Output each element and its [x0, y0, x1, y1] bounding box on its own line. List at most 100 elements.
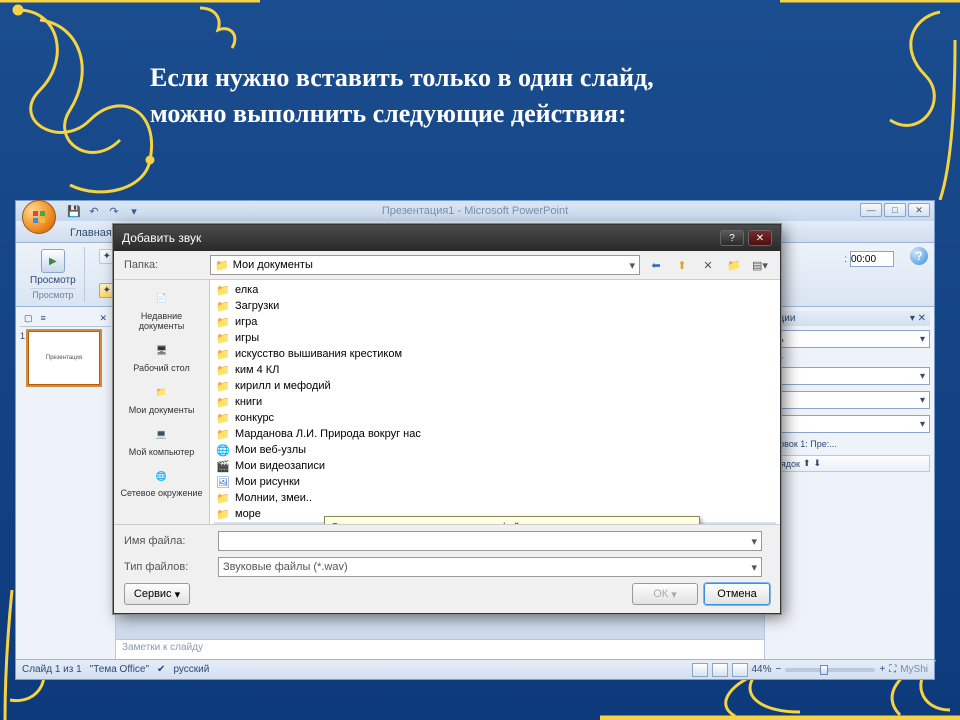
file-item[interactable]: 📁книги: [214, 394, 776, 410]
dialog-close-button[interactable]: ✕: [748, 230, 772, 246]
dialog-help-button[interactable]: ?: [720, 230, 744, 246]
file-item[interactable]: 📁Марданова Л.И. Природа вокруг нас: [214, 426, 776, 442]
file-list[interactable]: 📁елка📁Загрузки📁игра📁игры📁искусство вышив…: [210, 280, 780, 524]
file-name: игра: [235, 316, 257, 328]
zoom-value[interactable]: 44%: [752, 664, 772, 675]
thumbs-tab-slides[interactable]: ▢: [24, 313, 33, 324]
undo-icon[interactable]: ↶: [86, 203, 102, 219]
zoom-slider[interactable]: [785, 668, 875, 672]
chevron-down-icon: ▾: [629, 259, 635, 272]
slide-thumbnail[interactable]: Презентация: [28, 331, 100, 385]
animation-pane: ации ▾ ✕ ть▾ лет ▾ ▾ ▾ оловок 1: Пре:...…: [764, 307, 934, 659]
file-item[interactable]: 📁игры: [214, 330, 776, 346]
folder-icon: 📁: [216, 491, 230, 505]
up-icon[interactable]: ⬆: [672, 255, 692, 275]
recent-icon: 📄: [148, 288, 176, 310]
file-item[interactable]: 📁Загрузки: [214, 298, 776, 314]
place-network[interactable]: 🌐 Сетевое окружение: [116, 461, 207, 503]
panel-select-1[interactable]: ▾: [769, 367, 930, 385]
panel-add-effect[interactable]: ть▾: [769, 330, 930, 348]
zoom-in-icon[interactable]: +: [879, 664, 885, 675]
folder-icon: 📁: [215, 259, 229, 272]
chevron-down-icon: ▾: [920, 371, 925, 382]
cancel-button[interactable]: Отмена: [704, 583, 770, 605]
place-desktop[interactable]: 🖥 Рабочий стол: [116, 336, 207, 378]
help-icon[interactable]: ?: [910, 247, 928, 265]
filename-input[interactable]: ▾: [218, 531, 762, 551]
folder-dropdown[interactable]: 📁 Мои документы ▾: [210, 255, 640, 275]
views-icon[interactable]: ▤▾: [750, 255, 770, 275]
save-icon[interactable]: 💾: [66, 203, 82, 219]
dialog-titlebar[interactable]: Добавить звук ? ✕: [114, 225, 780, 251]
file-item[interactable]: 📁искусство вышивания крестиком: [214, 346, 776, 362]
file-item[interactable]: 📁игра: [214, 314, 776, 330]
status-language[interactable]: русский: [173, 664, 209, 675]
status-bar: Слайд 1 из 1 "Тема Office" ✔ русский 44%…: [16, 659, 934, 679]
file-item[interactable]: 📁кирилл и мефодий: [214, 378, 776, 394]
zoom-out-icon[interactable]: −: [776, 664, 782, 675]
chevron-down-icon: ▾: [920, 334, 925, 345]
tools-button[interactable]: Сервис▾: [124, 583, 190, 605]
file-item[interactable]: 🌐 Мои веб-узлы: [214, 442, 776, 458]
file-name: искусство вышивания крестиком: [235, 348, 402, 360]
folder-label: Папка:: [124, 259, 204, 271]
place-recent[interactable]: 📄 Недавние документы: [116, 284, 207, 336]
fit-icon[interactable]: ⛶: [889, 664, 896, 675]
special-icon: 🎵: [216, 523, 230, 524]
file-name: конкурс: [235, 412, 274, 424]
file-item[interactable]: 📁ким 4 КЛ: [214, 362, 776, 378]
panel-reorder[interactable]: рядок ⬆ ⬇: [769, 455, 930, 472]
ok-button[interactable]: ОК▾: [632, 583, 698, 605]
preview-button[interactable]: ▶ Просмотр: [30, 249, 76, 286]
folder-icon: 📁: [216, 411, 230, 425]
file-name: игры: [235, 332, 259, 344]
delete-icon[interactable]: ✕: [698, 255, 718, 275]
panel-label-start: лет: [769, 354, 930, 364]
view-normal-icon[interactable]: [692, 663, 708, 677]
thumbs-close-icon[interactable]: ✕: [99, 313, 107, 324]
preview-group-label: Просмотр: [30, 288, 76, 300]
chevron-down-icon: ▾: [920, 419, 925, 430]
places-bar: 📄 Недавние документы 🖥 Рабочий стол 📁 Мо…: [114, 280, 210, 524]
view-sorter-icon[interactable]: [712, 663, 728, 677]
arrow-up-icon: ⬆: [803, 458, 811, 469]
place-mydocs[interactable]: 📁 Мои документы: [116, 378, 207, 420]
documents-icon: 📁: [148, 382, 176, 404]
file-name: Загрузки: [235, 300, 279, 312]
file-item[interactable]: 🖼Мои рисунки: [214, 474, 776, 490]
special-icon: 🌐: [216, 443, 230, 457]
filetype-label: Тип файлов:: [124, 561, 210, 573]
file-item[interactable]: 🎬Мои видеозаписи: [214, 458, 776, 474]
time-input[interactable]: [850, 251, 894, 267]
slide-number: 1: [20, 331, 25, 385]
office-button[interactable]: [22, 200, 56, 234]
time-field: :: [844, 251, 894, 267]
folder-icon: 📁: [216, 507, 230, 521]
panel-select-3[interactable]: ▾: [769, 415, 930, 433]
panel-select-2[interactable]: ▾: [769, 391, 930, 409]
back-icon[interactable]: ⬅: [646, 255, 666, 275]
view-slideshow-icon[interactable]: [732, 663, 748, 677]
file-item[interactable]: 📁 конкурс: [214, 410, 776, 426]
file-item[interactable]: 📁елка: [214, 282, 776, 298]
maximize-button[interactable]: □: [884, 203, 906, 217]
window-buttons: — □ ✕: [860, 203, 930, 217]
spellcheck-icon[interactable]: ✔: [157, 664, 165, 675]
chevron-down-icon: ▾: [175, 588, 181, 601]
special-icon: 🎬: [216, 459, 230, 473]
chevron-down-icon: ▾: [920, 395, 925, 406]
insert-sound-dialog: Добавить звук ? ✕ Папка: 📁 Мои документы…: [113, 224, 781, 614]
place-mycomputer[interactable]: 💻 Мой компьютер: [116, 420, 207, 462]
filetype-dropdown[interactable]: Звуковые файлы (*.wav)▾: [218, 557, 762, 577]
redo-icon[interactable]: ↷: [106, 203, 122, 219]
file-name: Мои веб-узлы: [235, 444, 306, 456]
close-button[interactable]: ✕: [908, 203, 930, 217]
notes-pane[interactable]: Заметки к слайду: [116, 639, 764, 659]
file-item[interactable]: 📁Молнии, змеи..: [214, 490, 776, 506]
thumbs-tab-outline[interactable]: ≡: [41, 313, 46, 324]
new-folder-icon[interactable]: 📁: [724, 255, 744, 275]
file-name: книги: [235, 396, 262, 408]
minimize-button[interactable]: —: [860, 203, 882, 217]
panel-dropdown-icon[interactable]: ▾ ✕: [910, 313, 926, 324]
qat-dropdown-icon[interactable]: ▾: [126, 203, 142, 219]
